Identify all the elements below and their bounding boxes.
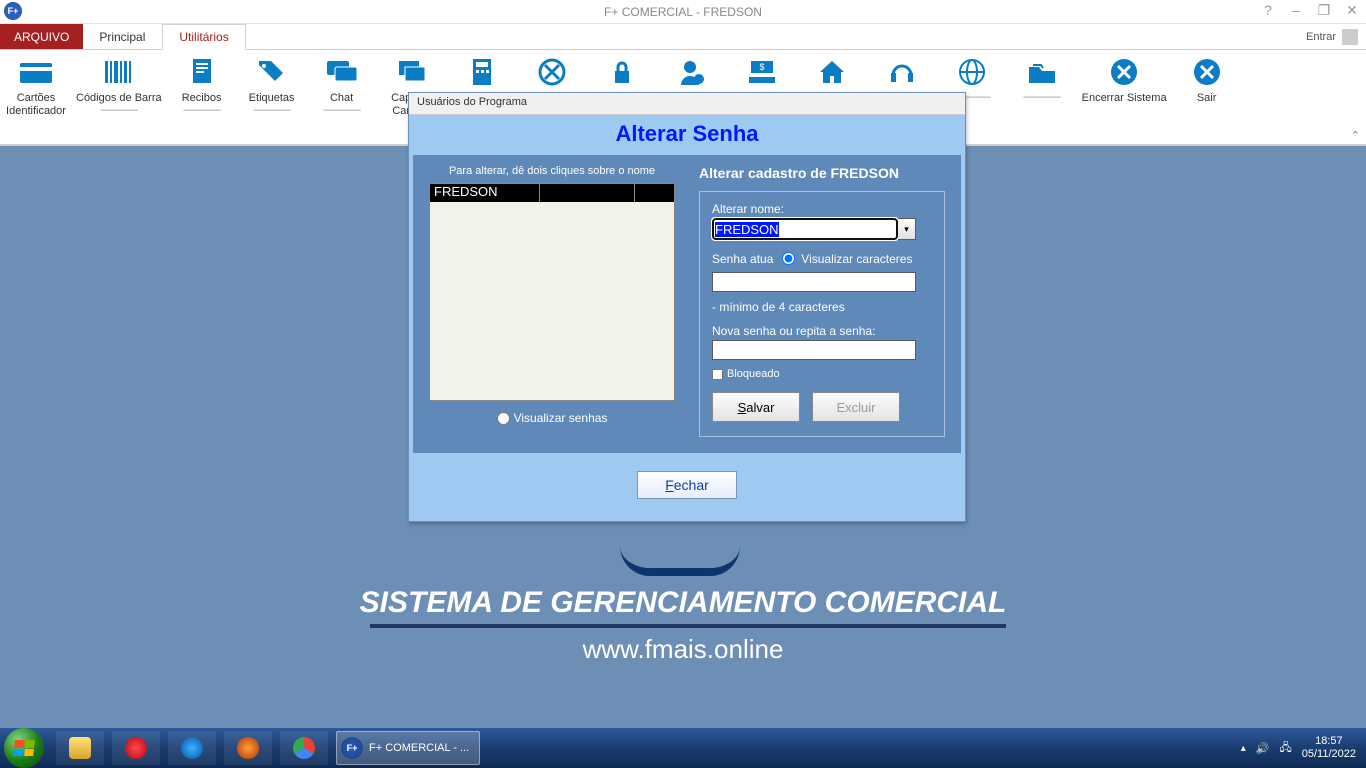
collapse-ribbon-icon[interactable]: ⌃ bbox=[1351, 129, 1360, 142]
taskbar-explorer[interactable] bbox=[56, 731, 104, 765]
ribbon-recibos[interactable]: Recibos ---------------- bbox=[172, 54, 232, 116]
ribbon-tabs: ARQUIVO Principal Utilitários Entrar bbox=[0, 24, 1366, 50]
label-visualizar-caracteres: Visualizar caracteres bbox=[801, 252, 912, 266]
money-hand-icon: $ bbox=[742, 54, 782, 90]
salvar-button[interactable]: Salvar bbox=[712, 392, 800, 422]
tab-utilitarios[interactable]: Utilitários bbox=[162, 24, 245, 50]
user-list-name: FREDSON bbox=[430, 184, 540, 202]
ie-icon bbox=[181, 737, 203, 759]
firefox-icon bbox=[237, 737, 259, 759]
calculator-icon bbox=[462, 54, 502, 90]
receipt-icon bbox=[182, 54, 222, 90]
card-icon bbox=[16, 54, 56, 90]
note-min-chars: - mínimo de 4 caracteres bbox=[712, 300, 932, 314]
system-tray: ▴ 🔊 🖧 18:57 05/11/2022 bbox=[1241, 735, 1362, 761]
ribbon-item-15[interactable]: ---------------- bbox=[1012, 54, 1072, 103]
globe-icon bbox=[952, 54, 992, 90]
help-icon[interactable]: ? bbox=[1258, 2, 1278, 19]
app-icon: F+ bbox=[341, 737, 363, 759]
minimize-button[interactable]: – bbox=[1286, 2, 1306, 19]
fechar-button[interactable]: Fechar bbox=[637, 471, 737, 499]
folder-open-icon bbox=[1022, 54, 1062, 90]
dialog-titlebar[interactable]: Usuários do Programa bbox=[409, 93, 965, 115]
headset-icon bbox=[882, 54, 922, 90]
ribbon-sair[interactable]: Sair bbox=[1177, 54, 1237, 105]
app-logo-icon: F+ bbox=[4, 2, 22, 20]
tray-network-icon[interactable]: 🖧 bbox=[1279, 739, 1291, 758]
maximize-button[interactable]: ❐ bbox=[1314, 2, 1334, 19]
signin-area[interactable]: Entrar bbox=[1306, 24, 1358, 50]
svg-text:$: $ bbox=[759, 62, 764, 72]
splash-title: SISTEMA DE GERENCIAMENTO COMERCIAL bbox=[0, 586, 1366, 620]
window-title: F+ COMERCIAL - FREDSON bbox=[604, 5, 762, 19]
home-icon bbox=[812, 54, 852, 90]
checkbox-icon bbox=[712, 369, 723, 380]
ribbon-encerrar-sistema[interactable]: Encerrar Sistema bbox=[1082, 54, 1167, 105]
user-avatar-icon bbox=[1342, 29, 1358, 45]
tray-sound-icon[interactable]: 🔊 bbox=[1256, 742, 1270, 755]
taskbar: F+ F+ COMERCIAL - ... ▴ 🔊 🖧 18:57 05/11/… bbox=[0, 728, 1366, 768]
tray-clock[interactable]: 18:57 05/11/2022 bbox=[1302, 735, 1356, 761]
tab-principal[interactable]: Principal bbox=[83, 24, 162, 49]
lock-icon bbox=[602, 54, 642, 90]
visualizar-caracteres-radio[interactable] bbox=[782, 252, 795, 265]
windows-logo-icon bbox=[13, 740, 35, 756]
start-button[interactable] bbox=[4, 728, 44, 768]
taskbar-app-fcomercial[interactable]: F+ F+ COMERCIAL - ... bbox=[336, 731, 480, 765]
tray-chevron-icon[interactable]: ▴ bbox=[1241, 743, 1246, 754]
label-alterar-nome: Alterar nome: bbox=[712, 202, 932, 216]
form-title: Alterar cadastro de FREDSON bbox=[699, 165, 945, 181]
taskbar-chrome[interactable] bbox=[280, 731, 328, 765]
ribbon-cartoes-identificador[interactable]: Cartões Identificador bbox=[6, 54, 66, 118]
exit-icon bbox=[1187, 54, 1227, 90]
close-button[interactable]: ✕ bbox=[1342, 2, 1362, 19]
form-pane: Alterar cadastro de FREDSON Alterar nome… bbox=[699, 155, 945, 437]
visualizar-senhas-input[interactable] bbox=[497, 412, 510, 425]
nome-combobox[interactable]: ▾ bbox=[712, 218, 916, 240]
senha-atual-input[interactable] bbox=[712, 272, 916, 292]
label-nova-senha: Nova senha ou repita a senha: bbox=[712, 324, 932, 338]
ribbon-chat[interactable]: Chat ---------------- bbox=[312, 54, 372, 116]
tools-icon bbox=[532, 54, 572, 90]
splash-url: www.fmais.online bbox=[0, 634, 1366, 665]
user-list-pane: Para alterar, dê dois cliques sobre o no… bbox=[429, 155, 675, 437]
dialog-usuarios: Usuários do Programa Alterar Senha Para … bbox=[408, 92, 966, 522]
barcode-icon bbox=[99, 54, 139, 90]
dialog-heading: Alterar Senha bbox=[409, 115, 965, 155]
bloqueado-checkbox[interactable]: Bloqueado bbox=[712, 368, 932, 380]
folder-icon bbox=[69, 737, 91, 759]
label-senha-atual: Senha atua bbox=[712, 252, 773, 266]
taskbar-firefox[interactable] bbox=[224, 731, 272, 765]
opera-icon bbox=[125, 737, 147, 759]
cards-icon bbox=[392, 54, 432, 90]
splash-logo-icon bbox=[620, 546, 740, 576]
excluir-button[interactable]: Excluir bbox=[812, 392, 900, 422]
close-system-icon bbox=[1104, 54, 1144, 90]
user-list-row[interactable]: FREDSON bbox=[430, 184, 674, 202]
chevron-down-icon[interactable]: ▾ bbox=[898, 218, 916, 240]
user-settings-icon bbox=[672, 54, 712, 90]
taskbar-app-label: F+ COMERCIAL - ... bbox=[369, 742, 469, 754]
signin-label: Entrar bbox=[1306, 31, 1336, 43]
user-list[interactable]: FREDSON bbox=[429, 183, 675, 401]
user-list-hint: Para alterar, dê dois cliques sobre o no… bbox=[429, 165, 675, 177]
tab-arquivo[interactable]: ARQUIVO bbox=[0, 24, 83, 49]
ribbon-etiquetas[interactable]: Etiquetas ---------------- bbox=[242, 54, 302, 116]
nome-input[interactable] bbox=[712, 218, 898, 240]
visualizar-senhas-radio[interactable]: Visualizar senhas bbox=[429, 411, 675, 425]
chrome-icon bbox=[293, 737, 315, 759]
splash-divider bbox=[370, 624, 1006, 628]
tags-icon bbox=[252, 54, 292, 90]
nova-senha-input[interactable] bbox=[712, 340, 916, 360]
title-bar: F+ F+ COMERCIAL - FREDSON ? – ❐ ✕ bbox=[0, 0, 1366, 24]
chat-icon bbox=[322, 54, 362, 90]
ribbon-codigos-barra[interactable]: Códigos de Barra ---------------- bbox=[76, 54, 162, 116]
taskbar-opera[interactable] bbox=[112, 731, 160, 765]
taskbar-ie[interactable] bbox=[168, 731, 216, 765]
